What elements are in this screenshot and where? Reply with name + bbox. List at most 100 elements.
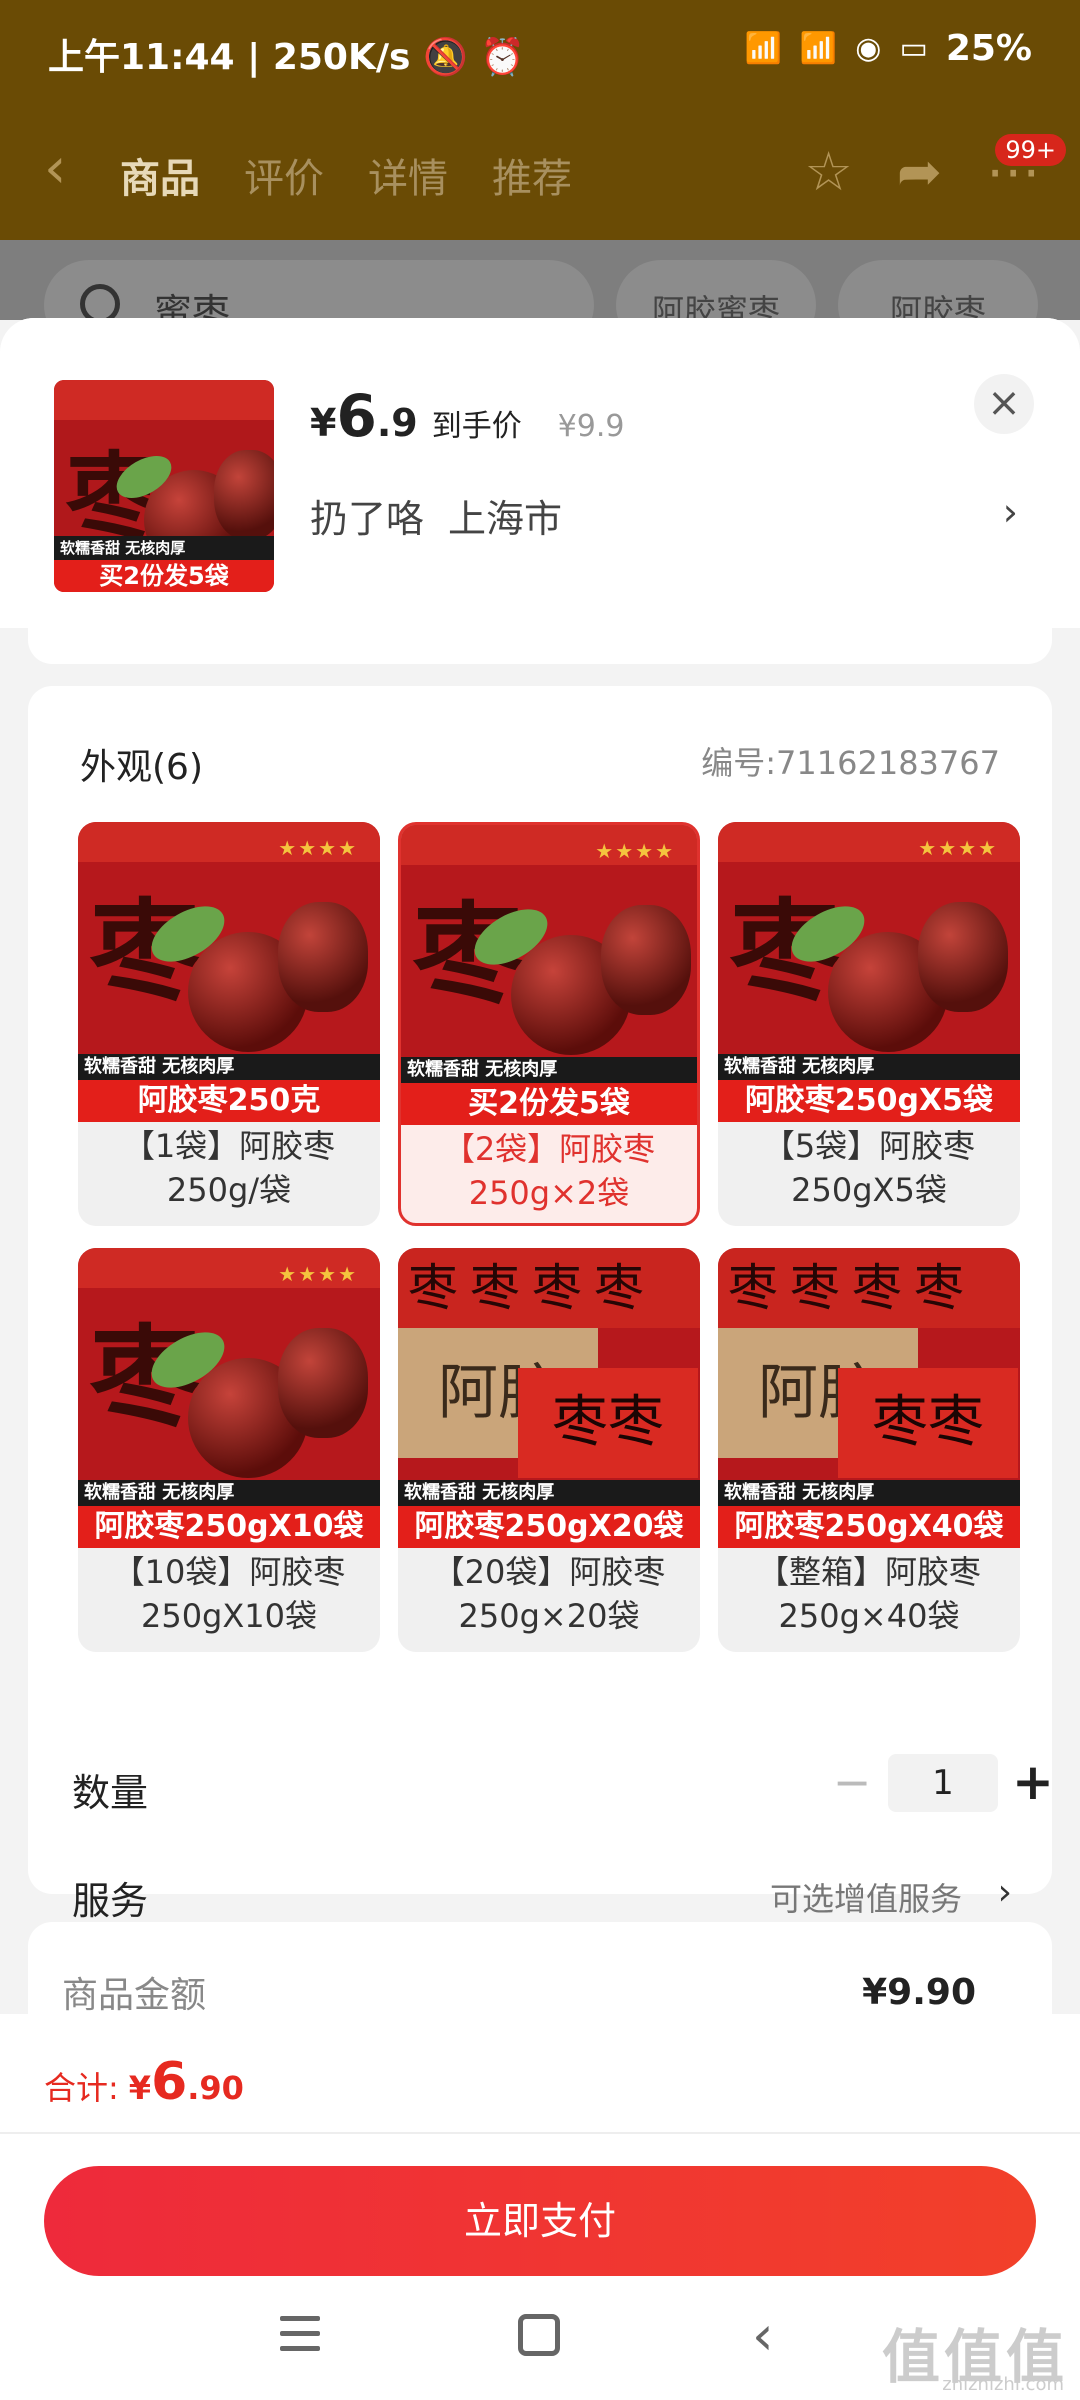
package-band: 阿胶枣250克 [78,1080,380,1122]
date-fruit [214,450,274,540]
option-label-line2: 250g×20袋 [458,1597,640,1635]
sheet-header: 枣 软糯香甜 无核肉厚 买2份发5袋 ¥ 6 .9 到手价 ¥9.9 × 扔了咯… [0,318,1080,628]
option-label-line2: 250gX10袋 [140,1597,318,1635]
stars-icon: ★★★★ [278,836,358,860]
date-fruit [918,902,1008,1012]
tab-product[interactable]: 商品 [120,146,200,204]
option-label-line1: 【20袋】阿胶枣 [432,1553,666,1591]
pay-now-button[interactable]: 立即支付 [44,2166,1036,2276]
tab-reviews[interactable]: 评价 [244,146,324,204]
option-tile[interactable]: ★★★★ 枣 软糯香甜 无核肉厚 阿胶枣250克 【1袋】阿胶枣 250g/袋 [78,822,380,1226]
option-label-line2: 250gX5袋 [791,1171,947,1209]
price-decimal: .9 [376,401,418,445]
amount-value: ¥9.90 [862,1972,976,2013]
package-strip: 软糯香甜 无核肉厚 [398,1480,700,1506]
option-label: 【20袋】阿胶枣 250g×20袋 [398,1550,700,1638]
status-time: 上午11:44 | 250K/s 🔕 ⏰ [48,37,526,78]
stars-icon: ★★★★ [278,1262,358,1286]
option-label: 【10袋】阿胶枣 250gX10袋 [78,1550,380,1638]
network-speed: 250K/s [272,37,411,78]
option-image: 枣枣枣枣 阿胶 枣枣 软糯香甜 无核肉厚 阿胶枣250gX40袋 [718,1248,1020,1548]
option-tile[interactable]: 枣枣枣枣 阿胶 枣枣 软糯香甜 无核肉厚 阿胶枣250gX40袋 【整箱】阿胶枣… [718,1248,1020,1652]
product-thumbnail[interactable]: 枣 软糯香甜 无核肉厚 买2份发5袋 [54,380,274,592]
service-label: 服务 [72,1879,149,1923]
option-label-line2: 250g×40袋 [778,1597,960,1635]
package-row: 枣枣枣枣 [398,1248,700,1328]
option-image: 枣枣枣枣 阿胶 枣枣 软糯香甜 无核肉厚 阿胶枣250gX20袋 [398,1248,700,1548]
total-integer: 6 [151,2052,188,2112]
package-bag: 枣枣 [838,1368,1018,1478]
quantity-row: 数量 − 1 + [62,1754,1054,1815]
amount-label: 商品金额 [62,1975,207,2016]
product-code: 编号:71162183767 [701,744,1000,782]
option-label-line1: 【整箱】阿胶枣 [756,1553,981,1591]
mute-icon: 🔕 [423,37,468,78]
option-label-line1: 【5袋】阿胶枣 [762,1127,976,1165]
option-label-line1: 【2袋】阿胶枣 [442,1130,656,1168]
home-icon[interactable] [518,2314,560,2356]
package-strip: 软糯香甜 无核肉厚 [78,1480,380,1506]
package-top: ★★★★ [78,1248,380,1288]
signal-icon: 📶 [744,31,782,66]
chevron-right-icon: › [997,1872,1012,1913]
product-header: ‹ 商品 评价 详情 推荐 ☆ ➦ ⋯ 99+ [0,100,1080,240]
menu-icon[interactable] [280,2316,320,2356]
tab-recommend[interactable]: 推荐 [492,146,572,204]
option-image: ★★★★ 枣 软糯香甜 无核肉厚 阿胶枣250克 [78,822,380,1122]
price-integer: 6 [336,382,377,450]
option-label: 【1袋】阿胶枣 250g/袋 [78,1124,380,1212]
option-label: 【整箱】阿胶枣 250g×40袋 [718,1550,1020,1638]
options-card: 外观(6) 编号:71162183767 ★★★★ 枣 软糯香甜 无核肉厚 阿胶… [28,686,1054,1923]
total-decimal: .90 [187,2069,244,2107]
service-row[interactable]: 服务 可选增值服务 › [62,1862,1018,1923]
option-label-line2: 250g×2袋 [468,1174,630,1212]
price-label: 到手价 [431,409,522,444]
package-strip: 软糯香甜 无核肉厚 [718,1480,1020,1506]
option-image: ★★★★ 枣 软糯香甜 无核肉厚 买2份发5袋 [401,825,697,1125]
price-row: ¥ 6 .9 到手价 ¥9.9 [310,382,625,450]
package-row: 枣枣枣枣 [718,1248,1020,1328]
option-label-line2: 250g/袋 [166,1171,292,1209]
option-tile[interactable]: ★★★★ 枣 软糯香甜 无核肉厚 阿胶枣250gX5袋 【5袋】阿胶枣 250g… [718,822,1020,1226]
date-fruit [601,905,691,1015]
tab-details[interactable]: 详情 [368,146,448,204]
original-price: ¥9.9 [557,409,625,444]
package-band: 阿胶枣250gX10袋 [78,1506,380,1548]
dimmed-search-area: 蜜枣 阿胶蜜枣 阿胶枣 [0,240,1080,350]
decrease-button[interactable]: − [822,1754,882,1814]
option-tile-selected[interactable]: ★★★★ 枣 软糯香甜 无核肉厚 买2份发5袋 【2袋】阿胶枣 250g×2袋 [398,822,700,1226]
address-row[interactable]: 扔了咯 上海市 [310,488,562,543]
options-title: 外观(6) [80,747,203,788]
option-tile[interactable]: 枣枣枣枣 阿胶 枣枣 软糯香甜 无核肉厚 阿胶枣250gX20袋 【20袋】阿胶… [398,1248,700,1652]
star-icon[interactable]: ☆ [804,140,852,203]
status-bar: 上午11:44 | 250K/s 🔕 ⏰ 📶 📶 ◉ ▭ 25% [0,0,1080,100]
share-icon[interactable]: ➦ [897,140,942,203]
quantity-label: 数量 [72,1771,149,1815]
signal-icon-2: 📶 [799,31,838,66]
package-strip: 软糯香甜 无核肉厚 [78,1054,380,1080]
date-fruit [278,1328,368,1438]
back-arrow-icon[interactable]: ‹ [44,136,66,201]
package-band: 买2份发5袋 [401,1083,697,1125]
option-image: ★★★★ 枣 软糯香甜 无核肉厚 阿胶枣250gX5袋 [718,822,1020,1122]
sku-selector-sheet: 枣 软糯香甜 无核肉厚 买2份发5袋 ¥ 6 .9 到手价 ¥9.9 × 扔了咯… [0,318,1080,2400]
chevron-right-icon[interactable]: › [1003,490,1018,534]
option-label-line1: 【1袋】阿胶枣 [122,1127,336,1165]
clock-text: 上午11:44 [48,37,235,78]
option-tile[interactable]: ★★★★ 枣 软糯香甜 无核肉厚 阿胶枣250gX10袋 【10袋】阿胶枣 25… [78,1248,380,1652]
package-top: ★★★★ [401,825,697,865]
battery-percent: 25% [945,28,1032,69]
close-button[interactable]: × [974,374,1034,434]
increase-button[interactable]: + [1008,1754,1058,1814]
total-price: 合计: ¥ 6 .90 [44,2052,244,2112]
back-icon[interactable]: ‹ [752,2304,774,2367]
total-label: 合计: [44,2069,119,2107]
package-strip: 软糯香甜 无核肉厚 [718,1054,1020,1080]
date-fruit [278,902,368,1012]
quantity-input[interactable]: 1 [888,1754,998,1812]
price-currency: ¥ [310,401,337,445]
wifi-icon: ◉ [855,31,882,66]
divider [0,2132,1080,2134]
total-currency: ¥ [128,2069,152,2107]
battery-icon: ▭ [899,31,928,66]
